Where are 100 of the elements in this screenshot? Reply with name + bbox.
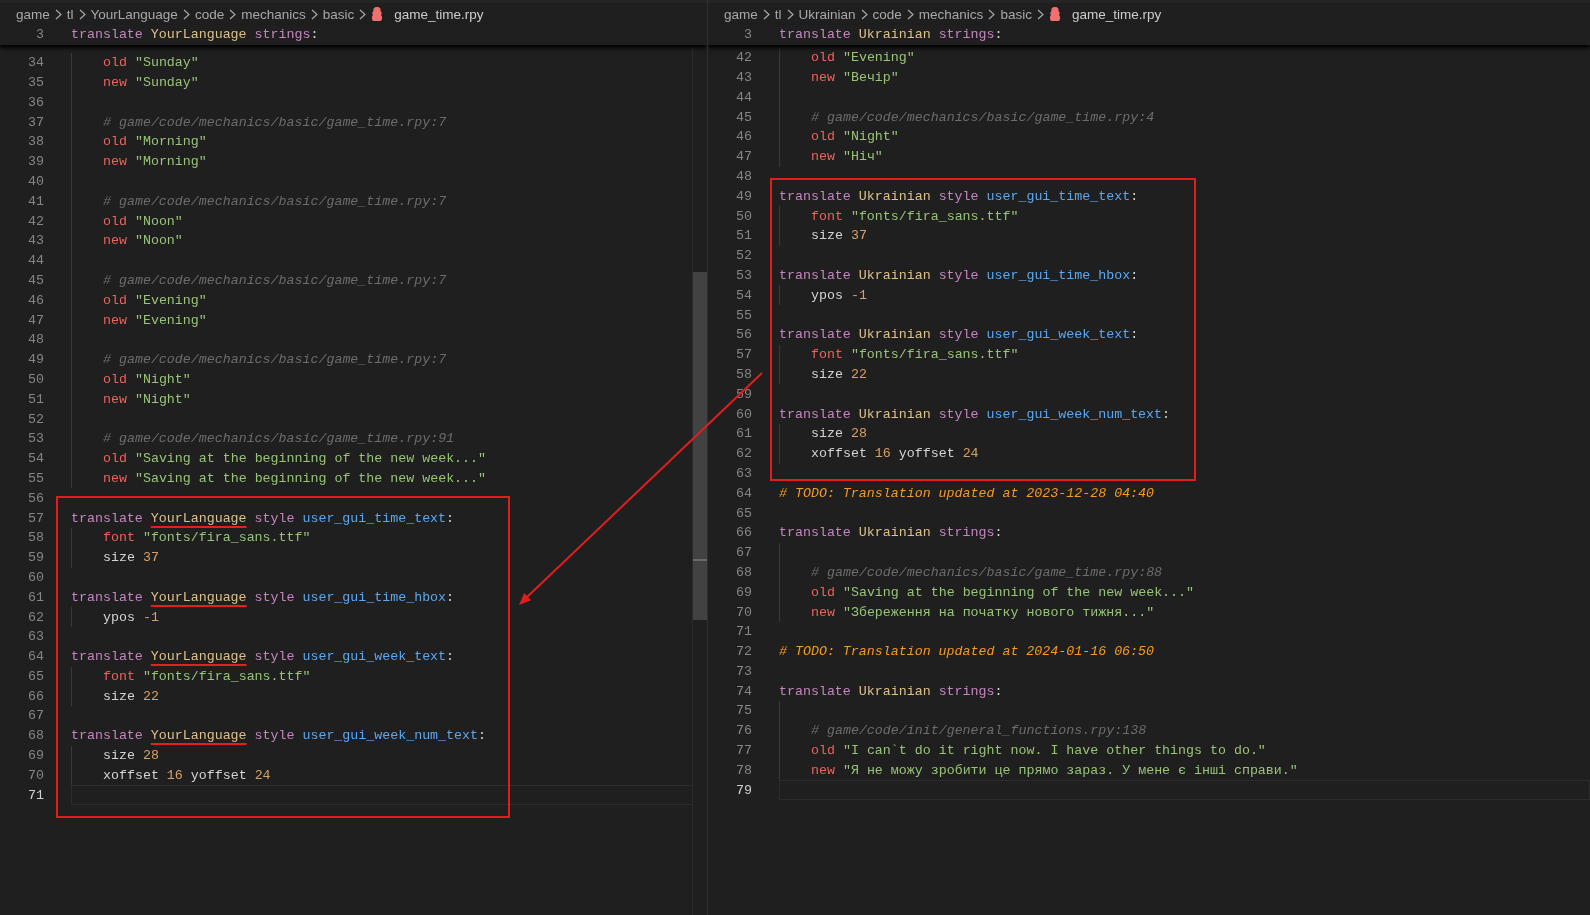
chevron-icon bbox=[229, 8, 237, 20]
code-line: new "Я не можу зробити це прямо зараз. У мене є інші справи." bbox=[810, 762, 1298, 778]
line-number: 70 bbox=[27, 767, 44, 783]
line-number: 48 bbox=[735, 168, 752, 184]
line-number: 69 bbox=[735, 584, 752, 600]
line-number: 67 bbox=[735, 545, 752, 561]
breadcrumb-item[interactable]: basic bbox=[322, 6, 355, 22]
line-number: 42 bbox=[735, 50, 752, 66]
breadcrumb-file[interactable]: game_time.rpy bbox=[1071, 6, 1162, 22]
code-line: new "Збереження на початку нового тижня..." bbox=[810, 604, 1155, 620]
code-line: translate Ukrainian style user_gui_week_text: bbox=[779, 327, 1139, 343]
chevron-icon bbox=[762, 8, 770, 20]
sticky-code-line: translate YourLanguage strings: bbox=[71, 27, 319, 43]
line-number: 71 bbox=[735, 624, 752, 640]
chevron-icon bbox=[78, 8, 86, 20]
cursor-marker bbox=[693, 559, 707, 561]
line-number: 68 bbox=[735, 564, 752, 580]
code-line: new "Sunday" bbox=[102, 75, 199, 90]
breadcrumb-item[interactable]: YourLanguage bbox=[90, 6, 178, 22]
line-number: 39 bbox=[27, 154, 44, 170]
code-line: translate YourLanguage style user_gui_time_text: bbox=[71, 510, 455, 526]
code-line: size 37 bbox=[810, 228, 867, 244]
code-line: # game/code/init/general_functions.rpy:138 bbox=[810, 723, 1147, 739]
code-line: old "Morning" bbox=[102, 134, 207, 150]
line-number: 51 bbox=[27, 391, 44, 407]
line-number: 74 bbox=[735, 683, 752, 699]
line-number: 56 bbox=[735, 327, 752, 343]
line-number: 42 bbox=[27, 213, 44, 229]
line-number: 65 bbox=[735, 505, 752, 521]
line-number: 45 bbox=[27, 272, 44, 288]
line-number: 48 bbox=[27, 332, 44, 348]
code-line: new "Evening" bbox=[102, 312, 207, 328]
file-icon bbox=[371, 6, 384, 22]
code-line: size 28 bbox=[102, 748, 159, 764]
code-line: new "Вечір" bbox=[810, 70, 899, 85]
chevron-icon bbox=[860, 8, 868, 20]
breadcrumb-item[interactable]: tl bbox=[774, 6, 782, 22]
line-number: 70 bbox=[735, 604, 752, 620]
breadcrumb-item[interactable]: basic bbox=[1000, 6, 1032, 22]
line-number: 44 bbox=[27, 253, 44, 269]
code-line: font "fonts/fira_sans.ttf" bbox=[102, 530, 311, 546]
line-number: 52 bbox=[735, 248, 752, 264]
line-number: 43 bbox=[27, 233, 44, 249]
line-number: 52 bbox=[27, 411, 44, 427]
code-line: new "Morning" bbox=[102, 154, 207, 170]
line-number: 77 bbox=[735, 743, 752, 759]
line-number: 62 bbox=[27, 609, 44, 625]
chevron-icon bbox=[988, 8, 996, 20]
breadcrumb-item[interactable]: game bbox=[724, 6, 758, 22]
chevron-icon bbox=[1036, 8, 1044, 20]
scrollbar-thumb[interactable] bbox=[693, 272, 707, 620]
code-line: xoffset 16 yoffset 24 bbox=[810, 446, 979, 462]
line-number: 61 bbox=[27, 589, 44, 605]
line-number: 66 bbox=[27, 688, 44, 704]
line-number: 78 bbox=[735, 762, 752, 778]
line-number: 64 bbox=[27, 649, 44, 665]
line-number: 55 bbox=[27, 470, 44, 486]
breadcrumb-item[interactable]: mechanics bbox=[241, 6, 306, 22]
code-line: translate Ukrainian strings: bbox=[779, 525, 1003, 541]
code-line: ypos -1 bbox=[810, 287, 867, 303]
code-line: new "Ніч" bbox=[810, 149, 883, 165]
code-line: new "Saving at the beginning of the new week..." bbox=[102, 470, 487, 486]
line-number: 57 bbox=[735, 347, 752, 363]
line-number: 63 bbox=[27, 629, 44, 645]
line-number: 53 bbox=[27, 431, 44, 447]
breadcrumb-item[interactable]: mechanics bbox=[918, 6, 984, 22]
breadcrumb-item[interactable]: code bbox=[194, 6, 225, 22]
code-line: font "fonts/fira_sans.ttf" bbox=[810, 347, 1019, 363]
breadcrumb-item[interactable]: game bbox=[16, 6, 50, 22]
code-line: translate YourLanguage style user_gui_week_num_text: bbox=[71, 728, 486, 744]
breadcrumb-item[interactable]: Ukrainian bbox=[798, 6, 856, 22]
chevron-icon bbox=[906, 8, 914, 20]
line-number: 51 bbox=[735, 228, 752, 244]
line-number: 76 bbox=[735, 723, 752, 739]
line-number: 68 bbox=[27, 728, 44, 744]
chevron-icon bbox=[182, 8, 190, 20]
code-line: # game/code/mechanics/basic/game_time.rpy:7 bbox=[102, 193, 447, 209]
line-number: 72 bbox=[735, 644, 752, 660]
line-number: 54 bbox=[735, 287, 752, 303]
line-number: 65 bbox=[27, 668, 44, 684]
line-number: 59 bbox=[27, 550, 44, 566]
line-number: 50 bbox=[27, 371, 44, 387]
line-number: 73 bbox=[735, 663, 752, 679]
line-number: 66 bbox=[735, 525, 752, 541]
code-line: old "Saving at the beginning of the new week..." bbox=[810, 584, 1195, 600]
line-number: 58 bbox=[27, 530, 44, 546]
code-line: size 37 bbox=[102, 550, 159, 566]
code-line: # game/code/mechanics/basic/game_time.rpy:7 bbox=[102, 272, 447, 288]
line-number: 38 bbox=[27, 134, 44, 150]
breadcrumb-file[interactable]: game_time.rpy bbox=[394, 6, 484, 22]
code-line: ypos -1 bbox=[102, 609, 159, 625]
breadcrumb-item[interactable]: tl bbox=[66, 6, 74, 22]
line-number: 71 bbox=[27, 787, 44, 803]
line-number: 67 bbox=[27, 708, 44, 724]
line-number: 47 bbox=[27, 312, 44, 328]
line-number: 49 bbox=[27, 352, 44, 368]
breadcrumb-item[interactable]: code bbox=[872, 6, 902, 22]
line-number: 60 bbox=[735, 406, 752, 422]
line-number: 75 bbox=[735, 703, 752, 719]
code-line: new "Night" bbox=[102, 391, 191, 407]
